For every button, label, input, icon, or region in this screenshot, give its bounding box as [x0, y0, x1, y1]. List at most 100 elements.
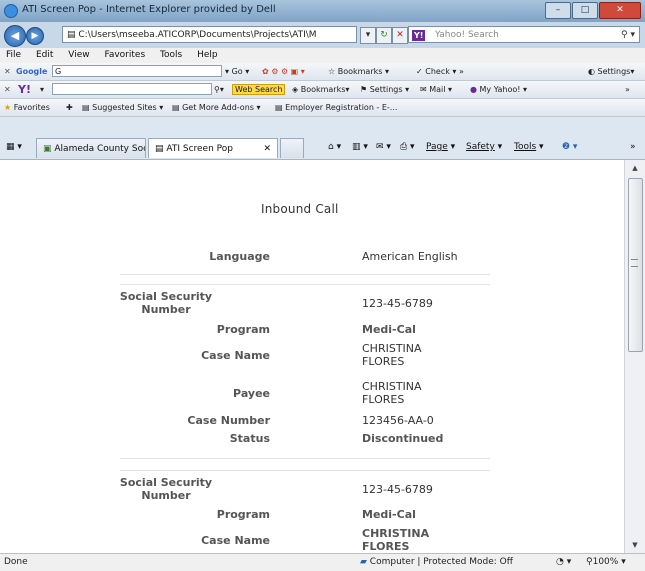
yahoo-menu-icon[interactable]: ▾ — [40, 81, 44, 98]
row-value-case-name-2: CHRISTINA FLORES — [362, 527, 430, 553]
tab-alameda-label: Alameda County Social... — [54, 144, 145, 154]
web-search-label: Web Search — [232, 84, 286, 95]
row-label-ssn-2: Social Security Number — [119, 476, 213, 502]
yahoo-web-search-button[interactable]: Web Search — [232, 81, 286, 98]
toolbar-close-icon[interactable]: ✕ — [4, 63, 11, 80]
bookmark-icon: ◈ — [292, 85, 299, 94]
menu-help[interactable]: Help — [197, 50, 218, 60]
favorites-label: Favorites — [13, 103, 50, 112]
refresh-button[interactable]: ↻ — [376, 27, 392, 44]
yahoo-search-input[interactable] — [52, 83, 212, 95]
menu-favorites[interactable]: Favorites — [104, 50, 145, 60]
row-label-case-number: Case Number — [187, 414, 270, 427]
minimize-button[interactable]: – — [545, 2, 571, 19]
my-yahoo-icon: ● — [470, 85, 477, 94]
home-button[interactable]: ⌂ ▾ — [328, 139, 341, 155]
page-menu-button[interactable]: Page ▾ — [426, 139, 455, 155]
feeds-button[interactable]: ▥ ▾ — [352, 139, 368, 155]
mail-label: Mail — [429, 85, 446, 94]
page-icon: ▤ — [67, 30, 79, 40]
get-more-addons-link[interactable]: ▤ Get More Add-ons ▾ — [172, 99, 261, 116]
tab-ati-label: ATI Screen Pop — [166, 144, 233, 154]
suggested-sites-link[interactable]: ▤ Suggested Sites ▾ — [82, 99, 163, 116]
row-value-case-name: CHRISTINA FLORES — [362, 342, 422, 368]
quick-tabs-button[interactable]: ▦ ▾ — [6, 139, 22, 155]
page-content: Inbound Call Language American English S… — [0, 160, 624, 553]
suggested-label: Suggested Sites — [92, 103, 157, 112]
safety-menu-button[interactable]: Safety ▾ — [466, 139, 502, 155]
yahoo-bookmarks-label: Bookmarks — [300, 85, 346, 94]
tab-alameda[interactable]: ▣ Alameda County Social... — [36, 138, 146, 158]
address-dropdown-button[interactable]: ▾ — [360, 27, 376, 44]
close-button[interactable]: ✕ — [599, 2, 641, 19]
window-title: ATI Screen Pop - Internet Explorer provi… — [22, 4, 276, 15]
add-favorites-icon[interactable]: ✚ — [66, 99, 73, 116]
google-check-button[interactable]: ✓ Check ▾ » — [416, 63, 464, 80]
back-button[interactable]: ◀ — [4, 25, 26, 47]
toolbar-close-icon[interactable]: ✕ — [4, 81, 11, 98]
yahoo-search-icon[interactable]: ⚲▾ — [214, 81, 224, 98]
menu-view[interactable]: View — [68, 50, 89, 60]
scroll-down-arrow-icon[interactable]: ▼ — [625, 537, 645, 553]
page-icon: ▤ — [275, 103, 283, 112]
tab-overflow-icon[interactable]: » — [630, 139, 636, 155]
google-tools-icon[interactable]: ✿ ⚙ ⚙ ▣ ▾ — [262, 63, 305, 80]
maximize-button[interactable]: □ — [572, 2, 598, 19]
search-icon[interactable]: ⚲ ▾ — [621, 27, 635, 44]
vertical-scrollbar[interactable]: ▲ ▼ — [624, 160, 645, 553]
tab-ati-screen-pop[interactable]: ▤ ATI Screen Pop ✕ — [148, 138, 278, 158]
yahoo-bookmarks-button[interactable]: ◈ Bookmarks▾ — [292, 81, 349, 98]
google-bookmarks-button[interactable]: ☆ Bookmarks ▾ — [328, 63, 389, 80]
tools-menu-button[interactable]: Tools ▾ — [514, 139, 544, 155]
address-bar[interactable]: ▤ C:\Users\mseeba.ATICORP\Documents\Proj… — [62, 26, 357, 43]
zoom-control[interactable]: ⚲100% ▾ — [586, 554, 626, 571]
yahoo-toolbar: ✕ Y! ▾ ⚲▾ Web Search ◈ Bookmarks▾ ⚑ Sett… — [0, 81, 645, 99]
mail-icon: ✉ — [420, 85, 427, 94]
help-icon[interactable]: ❷ ▾ — [562, 139, 577, 155]
settings-label: Settings — [597, 67, 631, 76]
yahoo-mail-button[interactable]: ✉ Mail ▾ — [420, 81, 452, 98]
stop-button[interactable]: ✕ — [392, 27, 408, 44]
menu-bar: File Edit View Favorites Tools Help — [0, 48, 645, 63]
toolbar-spacer — [0, 117, 645, 135]
row-label-case-name: Case Name — [201, 349, 270, 362]
new-tab-button[interactable] — [280, 138, 304, 158]
row-label-language: Language — [209, 250, 270, 263]
address-url: C:\Users\mseeba.ATICORP\Documents\Projec… — [78, 30, 317, 40]
google-settings-button[interactable]: ◐ Settings▾ — [588, 63, 634, 80]
row-divider — [120, 470, 490, 471]
yahoo-logo-icon: Y! — [412, 30, 426, 41]
menu-file[interactable]: File — [6, 50, 21, 60]
scrollbar-thumb[interactable] — [628, 178, 643, 352]
window-controls: – □ ✕ — [545, 2, 641, 19]
print-button[interactable]: ⎙ ▾ — [400, 139, 415, 155]
row-label-payee: Payee — [233, 387, 270, 400]
safety-menu-label: Safety — [466, 142, 495, 152]
google-go-button[interactable]: ▾ Go ▾ — [225, 63, 249, 80]
row-value-program-2: Medi-Cal — [362, 508, 416, 521]
page-title: Inbound Call — [261, 202, 339, 216]
row-value-status: Discontinued — [362, 432, 444, 445]
page-menu-label: Page — [426, 142, 448, 152]
search-input[interactable]: Y! Yahoo! Search ⚲ ▾ — [408, 26, 640, 43]
read-mail-button[interactable]: ✉ ▾ — [376, 139, 391, 155]
check-icon: ✓ — [416, 67, 423, 76]
zone-label: Computer | Protected Mode: Off — [369, 557, 513, 567]
tab-close-icon[interactable]: ✕ — [263, 139, 271, 158]
toolbar-overflow-icon[interactable]: » — [625, 81, 630, 98]
scroll-up-arrow-icon[interactable]: ▲ — [625, 160, 645, 176]
zoom-icon: ⚲ — [586, 557, 593, 567]
menu-tools[interactable]: Tools — [160, 50, 182, 60]
yahoo-settings-button[interactable]: ⚑ Settings ▾ — [360, 81, 409, 98]
my-yahoo-button[interactable]: ● My Yahoo! ▾ — [470, 81, 527, 98]
row-value-program: Medi-Cal — [362, 323, 416, 336]
forward-button[interactable]: ▶ — [26, 27, 44, 45]
google-search-input[interactable]: G — [52, 65, 222, 77]
menu-edit[interactable]: Edit — [36, 50, 53, 60]
bookmarks-label: Bookmarks — [337, 67, 383, 76]
row-divider — [120, 274, 490, 275]
employer-registration-link[interactable]: ▤ Employer Registration - E-... — [275, 99, 397, 116]
status-settings-icon[interactable]: ◔ ▾ — [556, 554, 571, 571]
favorites-button[interactable]: ★ Favorites — [4, 99, 50, 116]
security-zone[interactable]: ▰ Computer | Protected Mode: Off — [360, 554, 513, 571]
